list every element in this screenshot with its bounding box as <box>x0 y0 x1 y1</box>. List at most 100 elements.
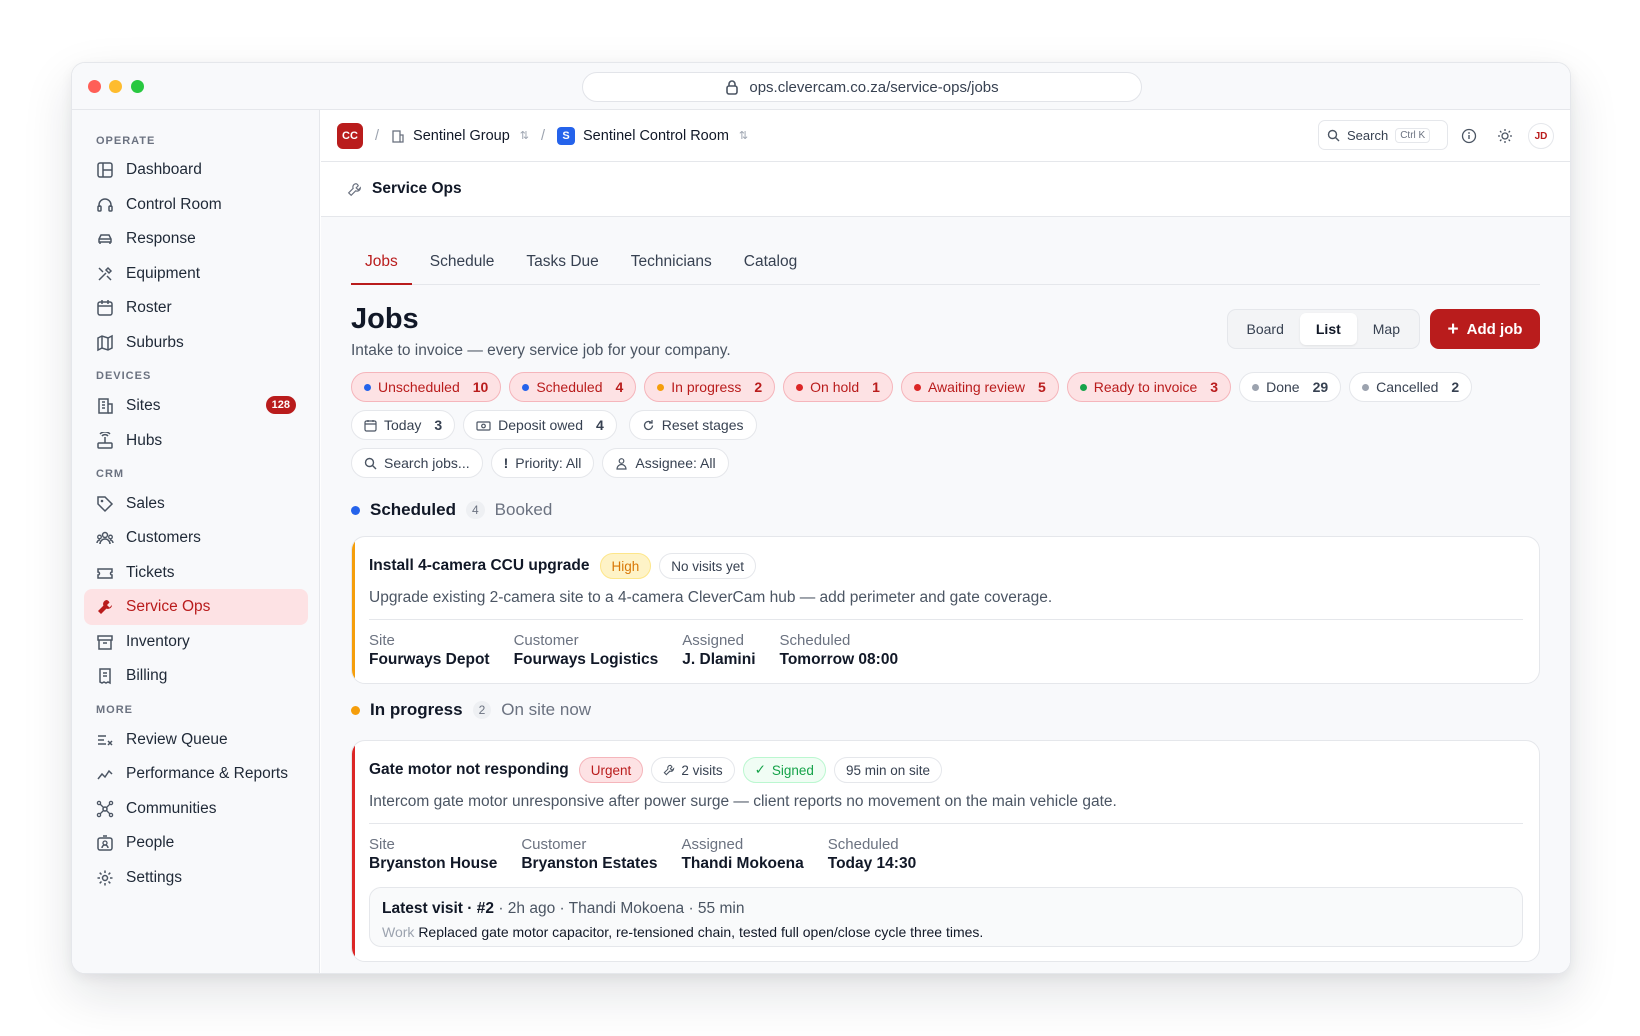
sidebar-item-label: Settings <box>126 869 183 886</box>
section-title: Service Ops <box>372 180 462 197</box>
tab-catalog[interactable]: Catalog <box>730 247 811 285</box>
stage-chip-unscheduled[interactable]: Unscheduled 10 <box>351 372 502 402</box>
sidebar-item-settings[interactable]: Settings <box>84 860 308 896</box>
sidebar: OPERATE Dashboard Control Room Response … <box>72 110 320 973</box>
car-icon <box>98 234 112 244</box>
sidebar-item-sites[interactable]: Sites 128 <box>84 388 308 424</box>
reset-stages-button[interactable]: Reset stages <box>628 410 757 440</box>
filter-label: Deposit owed <box>498 417 583 433</box>
reset-icon <box>643 419 653 430</box>
cash-icon <box>476 420 491 431</box>
tab-tasks-due[interactable]: Tasks Due <box>512 247 612 285</box>
view-board[interactable]: Board <box>1231 313 1300 345</box>
view-map[interactable]: Map <box>1357 313 1416 345</box>
review-icon <box>98 735 113 746</box>
info-icon[interactable] <box>1458 125 1480 147</box>
stage-label: Ready to invoice <box>1093 379 1198 395</box>
meta-site: Bryanston House <box>369 855 498 872</box>
id-card-icon <box>97 835 113 851</box>
view-list[interactable]: List <box>1299 313 1357 345</box>
building-icon <box>98 398 113 414</box>
org-chevron-icon[interactable]: ⇅ <box>520 129 529 142</box>
stage-dot <box>913 383 921 391</box>
sidebar-item-equipment[interactable]: Equipment <box>84 256 308 292</box>
calendar-icon <box>364 419 377 432</box>
sidebar-item-response[interactable]: Response <box>84 221 308 257</box>
sidebar-item-sales[interactable]: Sales <box>84 486 308 522</box>
group-header-scheduled[interactable]: Scheduled 4 Booked <box>351 500 1540 520</box>
minimize-window-button[interactable] <box>109 80 122 93</box>
sidebar-item-tickets[interactable]: Tickets <box>84 555 308 591</box>
user-avatar[interactable]: JD <box>1528 123 1554 149</box>
stage-dot <box>522 383 530 391</box>
sidebar-item-label: Response <box>126 230 196 247</box>
close-window-button[interactable] <box>88 80 101 93</box>
meta-label: Assigned <box>681 836 744 853</box>
tab-jobs[interactable]: Jobs <box>351 247 412 285</box>
content-area: Jobs Schedule Tasks Due Technicians Cata… <box>321 217 1570 973</box>
sidebar-item-billing[interactable]: Billing <box>84 658 308 694</box>
stage-chip-scheduled[interactable]: Scheduled 4 <box>509 372 637 402</box>
sidebar-item-review-queue[interactable]: Review Queue <box>84 722 308 758</box>
top-bar: CC / Sentinel Group ⇅ / S Sentinel Contr… <box>321 110 1570 162</box>
sidebar-item-label: Billing <box>126 667 168 684</box>
stage-chip-cancelled[interactable]: Cancelled 2 <box>1349 372 1473 402</box>
group-header-in-progress[interactable]: In progress 2 On site now <box>351 700 1540 720</box>
sidebar-item-control-room[interactable]: Control Room <box>84 187 308 223</box>
sidebar-item-hubs[interactable]: Hubs <box>84 423 308 459</box>
job-card[interactable]: Gate motor not responding Urgent 2 visit… <box>351 740 1540 962</box>
sidebar-item-roster[interactable]: Roster <box>84 290 308 326</box>
filter-count: 4 <box>595 417 604 433</box>
sidebar-item-suburbs[interactable]: Suburbs <box>84 325 308 361</box>
tab-schedule[interactable]: Schedule <box>416 247 509 285</box>
check-icon: ✓ <box>754 762 766 777</box>
filter-today[interactable]: Today 3 <box>351 410 456 440</box>
sidebar-item-customers[interactable]: Customers <box>84 520 308 556</box>
sidebar-item-inventory[interactable]: Inventory <box>84 624 308 660</box>
workspace-badge: S <box>557 126 576 145</box>
group-dot <box>351 705 360 715</box>
stage-count: 1 <box>872 379 880 395</box>
address-bar[interactable]: ops.clevercam.co.za/service-ops/jobs <box>582 72 1142 102</box>
person-icon <box>616 457 628 470</box>
visit-work-label: Work <box>382 924 415 940</box>
group-name: Scheduled <box>370 500 456 519</box>
theme-toggle-icon[interactable] <box>1494 125 1516 147</box>
meta-assigned: Thandi Mokoena <box>681 855 804 872</box>
org-switcher[interactable]: Sentinel Group <box>413 128 510 144</box>
sidebar-item-service-ops[interactable]: Service Ops <box>84 589 308 625</box>
meta-customer: Bryanston Estates <box>521 855 658 872</box>
stage-dot <box>1362 383 1370 391</box>
stage-chip-in-progress[interactable]: In progress 2 <box>644 372 776 402</box>
stage-count: 3 <box>1210 379 1219 395</box>
stage-chip-ready-to-invoice[interactable]: Ready to invoice 3 <box>1066 372 1232 402</box>
company-logo[interactable]: CC <box>337 122 363 149</box>
sidebar-item-performance[interactable]: Performance & Reports <box>84 756 308 792</box>
assignee-filter[interactable]: Assignee: All <box>602 448 729 478</box>
tab-technicians[interactable]: Technicians <box>617 247 726 285</box>
priority-filter[interactable]: ! Priority: All <box>490 448 595 478</box>
global-search[interactable]: Search Ctrl K <box>1318 120 1448 150</box>
sidebar-item-communities[interactable]: Communities <box>84 791 308 827</box>
sidebar-item-people[interactable]: People <box>84 825 308 861</box>
stage-chip-awaiting-review[interactable]: Awaiting review 5 <box>900 372 1059 402</box>
filter-deposit-owed[interactable]: Deposit owed 4 <box>463 410 617 440</box>
stage-chip-done[interactable]: Done 29 <box>1239 372 1342 402</box>
latest-visit-panel[interactable]: Latest visit · #2 · 2h ago · Thandi Moko… <box>369 887 1523 947</box>
job-card[interactable]: Install 4-camera CCU upgrade High No vis… <box>351 536 1540 684</box>
workspace-switcher[interactable]: Sentinel Control Room <box>583 128 729 144</box>
sidebar-item-dashboard[interactable]: Dashboard <box>84 152 308 188</box>
add-job-button[interactable]: + Add job <box>1430 309 1540 349</box>
job-title: Install 4-camera CCU upgrade <box>369 557 590 574</box>
priority-badge: High <box>599 553 652 579</box>
job-search-input[interactable]: Search jobs... <box>351 448 483 478</box>
visits-badge: 2 visits <box>651 757 735 783</box>
stage-chip-on-hold[interactable]: On hold 1 <box>783 372 893 402</box>
workspace-chevron-icon[interactable]: ⇅ <box>739 129 748 142</box>
meta-customer: Fourways Logistics <box>513 651 659 668</box>
meta-label: Site <box>369 836 395 853</box>
maximize-window-button[interactable] <box>131 80 144 93</box>
visit-work: Replaced gate motor capacitor, re-tensio… <box>418 924 984 940</box>
stage-dot <box>1079 383 1087 391</box>
filter-count: 3 <box>434 417 443 433</box>
